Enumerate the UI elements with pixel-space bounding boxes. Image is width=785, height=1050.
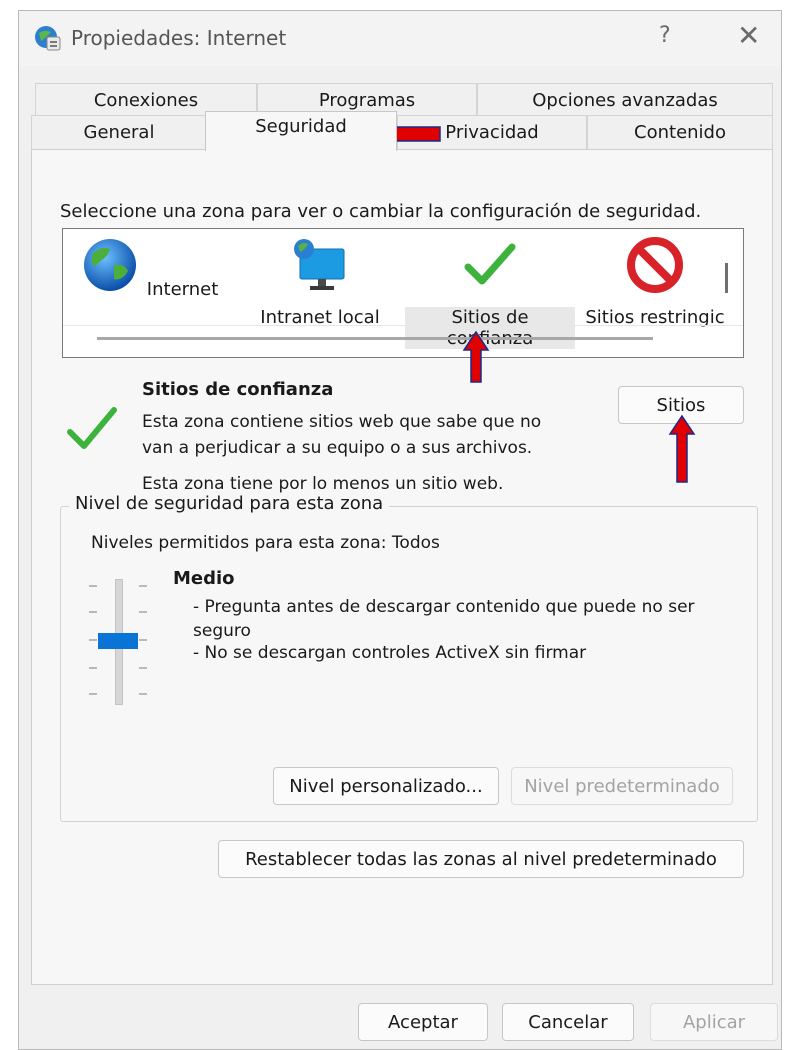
slider-tick — [89, 667, 97, 669]
vertical-scrollbar[interactable] — [725, 263, 728, 293]
slider-tick — [89, 585, 97, 587]
level-bullet2: - No se descargan controles ActiveX sin … — [193, 643, 587, 663]
horizontal-scrollbar[interactable] — [97, 337, 653, 340]
apply-button: Aplicar — [650, 1003, 778, 1041]
tab-seguridad[interactable]: Seguridad — [205, 111, 397, 151]
reset-all-zones-button[interactable]: Restablecer todas las zonas al nivel pre… — [218, 840, 744, 878]
annotation-arrow-up-zone — [462, 330, 490, 383]
group-legend: Nivel de seguridad para esta zona — [69, 493, 390, 514]
slider-tick — [139, 585, 147, 587]
slider-tick — [89, 639, 97, 641]
zone-restricted[interactable]: Sitios restringic — [575, 235, 735, 328]
level-bullet1-line1: - Pregunta antes de descargar contenido … — [193, 597, 695, 617]
tab-general[interactable]: General — [31, 115, 207, 149]
zone-trusted[interactable]: Sitios de confianza — [405, 235, 575, 349]
slider-tick — [89, 611, 97, 613]
window-title: Propiedades: Internet — [71, 26, 287, 50]
zone-description-line1: Esta zona contiene sitios web que sabe q… — [142, 412, 542, 432]
zone-label: Internet — [146, 279, 219, 300]
monitor-globe-icon — [294, 239, 345, 290]
zones-divider — [63, 325, 743, 326]
zone-internet[interactable]: Internet — [65, 235, 235, 300]
prohibited-icon — [627, 237, 683, 293]
internet-options-icon — [35, 26, 61, 51]
trusted-zone-checkmark-icon — [67, 407, 117, 449]
slider-thumb[interactable] — [98, 633, 138, 649]
help-button[interactable]: ? — [659, 23, 671, 48]
ok-button[interactable]: Aceptar — [358, 1003, 488, 1041]
zone-detail-title: Sitios de confianza — [142, 379, 334, 400]
checkmark-icon — [464, 243, 516, 285]
security-level-group: Nivel de seguridad para esta zona Nivele… — [60, 493, 758, 822]
zone-label: Sitios de confianza — [405, 307, 575, 349]
zone-intranet[interactable]: Intranet local — [235, 235, 405, 328]
security-panel: Seleccione una zona para ver o cambiar l… — [31, 149, 773, 985]
tab-contenido[interactable]: Contenido — [587, 115, 773, 149]
slider-tick — [139, 693, 147, 695]
close-button[interactable]: ✕ — [737, 19, 760, 52]
slider-tick — [89, 693, 97, 695]
cancel-button[interactable]: Cancelar — [502, 1003, 634, 1041]
custom-level-button[interactable]: Nivel personalizado... — [273, 767, 499, 805]
tab-opciones-avanzadas[interactable]: Opciones avanzadas — [477, 83, 773, 117]
slider-tick — [139, 639, 147, 641]
title-bar: Propiedades: Internet ? ✕ — [19, 11, 781, 67]
slider-tick — [139, 611, 147, 613]
level-bullet1-line2: seguro — [193, 621, 251, 641]
globe-icon — [83, 239, 136, 291]
allowed-levels-text: Niveles permitidos para esta zona: Todos — [91, 533, 440, 553]
zones-list[interactable]: Internet Intranet local Sitios de confia… — [62, 228, 744, 358]
zone-prompt: Seleccione una zona para ver o cambiar l… — [60, 201, 702, 222]
zone-description-line2: van a perjudicar a su equipo o a sus arc… — [142, 438, 533, 458]
level-name: Medio — [173, 568, 235, 589]
annotation-arrow-up-sites — [668, 414, 696, 483]
slider-tick — [139, 667, 147, 669]
internet-properties-window: Propiedades: Internet ? ✕ Conexiones Pro… — [18, 10, 782, 1050]
default-level-button: Nivel predeterminado — [511, 767, 733, 805]
